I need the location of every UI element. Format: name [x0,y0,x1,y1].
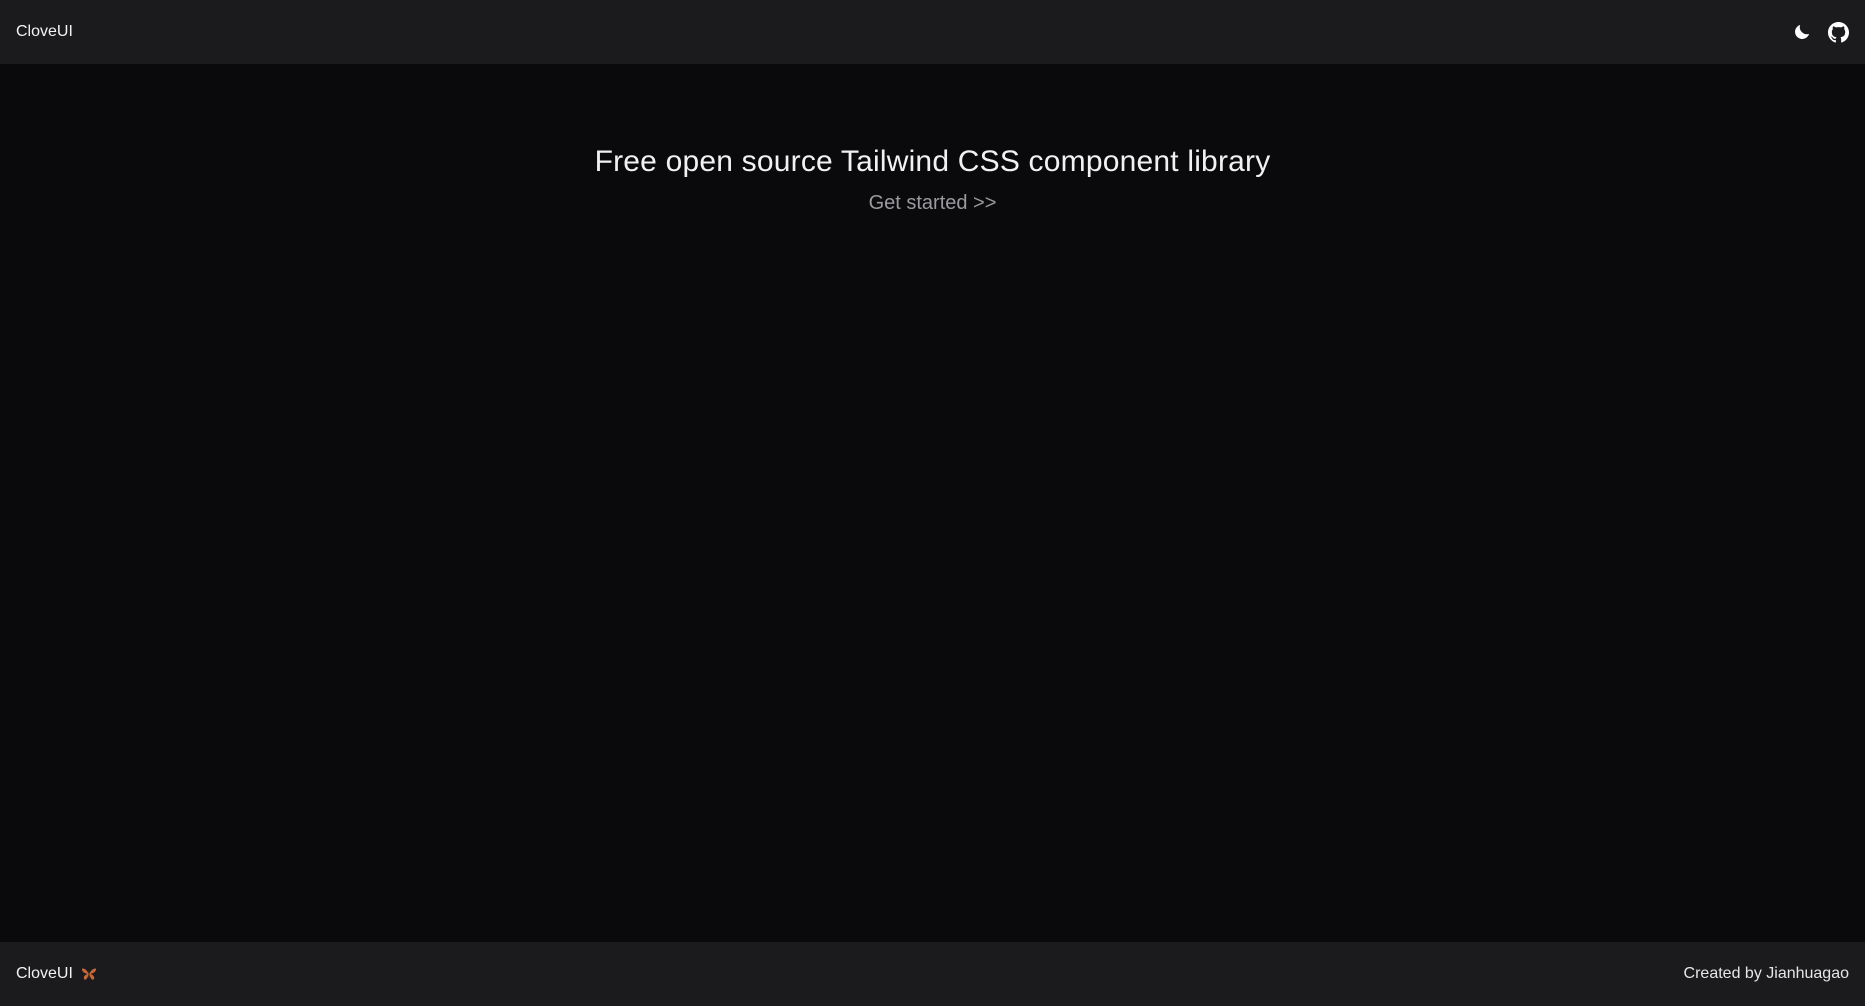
page: CloveUI Free open source Tailwind CSS co… [0,0,1865,1006]
main-content: Free open source Tailwind CSS component … [0,64,1865,942]
get-started-link[interactable]: Get started >> [869,192,997,215]
credit-link[interactable]: Created by Jianhuagao [1684,965,1849,983]
moon-icon [1795,24,1810,39]
brand-link[interactable]: CloveUI [16,23,73,41]
footer-brand: CloveUI [16,965,97,983]
header-actions [1791,21,1849,43]
top-navbar: CloveUI [0,0,1865,64]
footer: CloveUI Created by Jianhuagao [0,942,1865,1006]
butterfly-icon [81,967,97,981]
github-icon [1827,21,1849,42]
hero-title: Free open source Tailwind CSS component … [594,145,1271,178]
footer-brand-label: CloveUI [16,965,73,982]
github-link[interactable] [1827,21,1849,43]
theme-toggle-button[interactable] [1791,21,1813,43]
